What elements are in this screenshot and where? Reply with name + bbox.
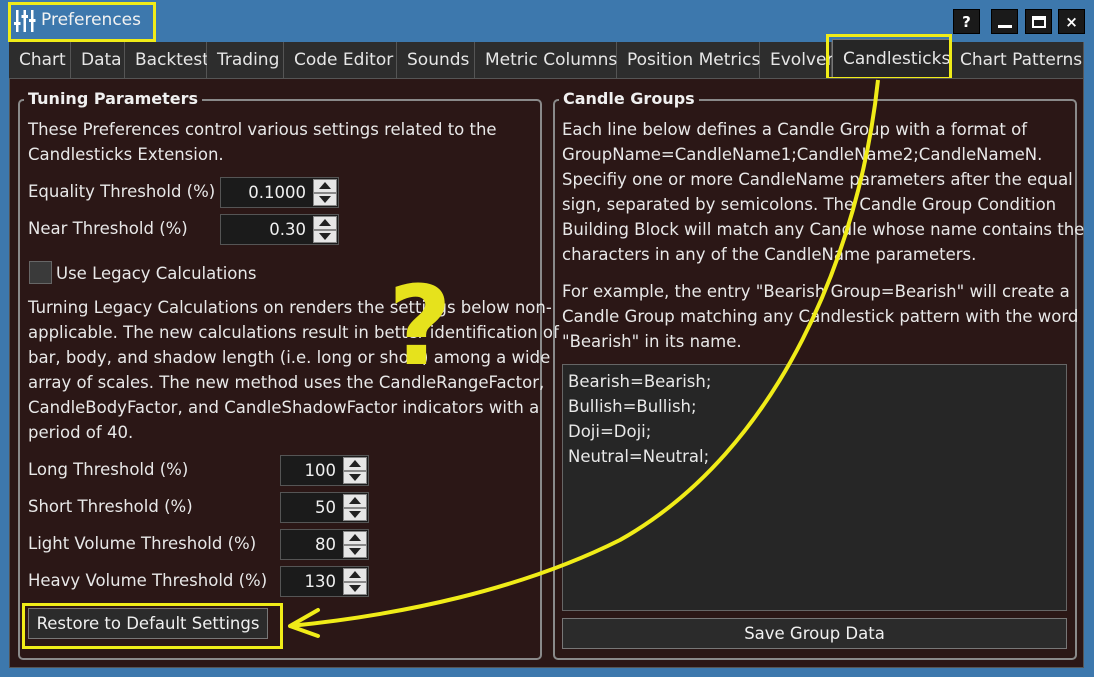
light-volume-threshold-label: Light Volume Threshold (%) (28, 534, 257, 553)
maximize-icon (1031, 15, 1046, 28)
near-threshold-spinner[interactable]: 0.30 (220, 214, 339, 245)
group-entry: Neutral=Neutral; (568, 447, 710, 466)
group-entry: Doji=Doji; (568, 422, 652, 441)
title-highlight-box (8, 2, 156, 42)
tuning-intro: These Preferences control various settin… (28, 120, 497, 164)
arrow-down-icon (349, 510, 361, 518)
equality-threshold-value: 0.1000 (248, 183, 306, 202)
tab-data[interactable]: Data (71, 42, 125, 78)
decrement-button[interactable] (343, 507, 367, 521)
tab-trading[interactable]: Trading (207, 42, 284, 78)
arrow-up-icon (349, 571, 361, 579)
decrement-button[interactable] (343, 581, 367, 595)
candle-groups-description: Each line below defines a Candle Group w… (562, 120, 1085, 264)
candle-groups-example: For example, the entry "Bearish Group=Be… (562, 282, 1079, 351)
tab-evolver[interactable]: Evolver (760, 42, 833, 78)
tab-backtest[interactable]: Backtest (125, 42, 209, 78)
increment-button[interactable] (343, 457, 367, 471)
decrement-button[interactable] (313, 192, 337, 206)
arrow-up-icon (349, 534, 361, 542)
near-threshold-label: Near Threshold (%) (28, 219, 188, 238)
arrow-up-icon (349, 497, 361, 505)
maximize-button[interactable] (1025, 9, 1052, 34)
short-threshold-spinner[interactable]: 50 (280, 492, 369, 523)
question-mark-annotation: ? (388, 262, 452, 390)
tab-metric-columns[interactable]: Metric Columns (475, 42, 617, 78)
arrow-down-icon (349, 547, 361, 555)
long-threshold-spinner[interactable]: 100 (280, 455, 369, 486)
tab-sounds[interactable]: Sounds (397, 42, 475, 78)
heavy-volume-threshold-label: Heavy Volume Threshold (%) (28, 571, 268, 590)
tab-highlight-box (826, 34, 952, 80)
legacy-description: Turning Legacy Calculations on renders t… (28, 298, 559, 442)
long-threshold-label: Long Threshold (%) (28, 460, 189, 479)
short-threshold-value: 50 (315, 498, 336, 517)
tab-chart[interactable]: Chart (9, 42, 71, 78)
minimize-button[interactable] (991, 9, 1018, 34)
legacy-calculations-checkbox[interactable] (29, 261, 52, 284)
decrement-button[interactable] (313, 229, 337, 243)
arrow-down-icon (319, 232, 331, 240)
close-button[interactable]: × (1058, 9, 1085, 34)
increment-button[interactable] (343, 568, 367, 582)
equality-threshold-spinner[interactable]: 0.1000 (220, 177, 339, 208)
candle-groups-editor[interactable]: Bearish=Bearish; Bullish=Bullish; Doji=D… (562, 364, 1067, 611)
increment-button[interactable] (313, 216, 337, 230)
tab-position-metrics[interactable]: Position Metrics (617, 42, 760, 78)
candle-groups-title: Candle Groups (559, 89, 699, 108)
arrow-up-icon (319, 219, 331, 227)
decrement-button[interactable] (343, 544, 367, 558)
tuning-parameters-title: Tuning Parameters (24, 89, 203, 108)
save-group-data-button[interactable]: Save Group Data (562, 618, 1067, 649)
arrow-up-icon (319, 182, 331, 190)
equality-threshold-label: Equality Threshold (%) (28, 182, 216, 201)
group-entry: Bullish=Bullish; (568, 397, 697, 416)
increment-button[interactable] (313, 179, 337, 193)
arrow-down-icon (349, 473, 361, 481)
legacy-calculations-label: Use Legacy Calculations (56, 264, 257, 283)
group-entry: Bearish=Bearish; (568, 372, 712, 391)
restore-button-highlight-box (22, 603, 283, 649)
arrow-down-icon (319, 195, 331, 203)
heavy-volume-threshold-value: 130 (304, 572, 337, 591)
arrow-down-icon (349, 584, 361, 592)
help-button[interactable]: ? (953, 9, 980, 34)
increment-button[interactable] (343, 531, 367, 545)
preferences-window: Preferences ? × Chart Data Backtest Trad… (0, 0, 1094, 677)
decrement-button[interactable] (343, 470, 367, 484)
light-volume-threshold-spinner[interactable]: 80 (280, 529, 369, 560)
minimize-icon (997, 25, 1012, 28)
short-threshold-label: Short Threshold (%) (28, 497, 193, 516)
increment-button[interactable] (343, 494, 367, 508)
near-threshold-value: 0.30 (269, 220, 306, 239)
long-threshold-value: 100 (304, 461, 337, 480)
tab-code-editor[interactable]: Code Editor (284, 42, 397, 78)
arrow-up-icon (349, 460, 361, 468)
tab-chart-patterns[interactable]: Chart Patterns (950, 42, 1084, 78)
heavy-volume-threshold-spinner[interactable]: 130 (280, 566, 369, 597)
light-volume-threshold-value: 80 (315, 535, 336, 554)
